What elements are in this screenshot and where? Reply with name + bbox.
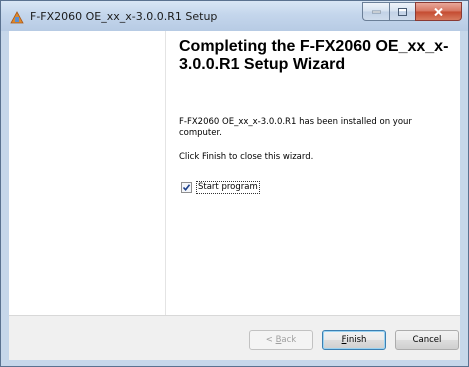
window-title: F-FX2060 OE_xx_x-3.0.0.R1 Setup — [30, 10, 218, 23]
minimize-button[interactable] — [362, 2, 389, 21]
maximize-button[interactable] — [389, 2, 415, 21]
installer-icon — [10, 10, 24, 24]
finish-button[interactable]: Finish — [322, 330, 386, 350]
title-bar[interactable]: F-FX2060 OE_xx_x-3.0.0.R1 Setup — [1, 1, 468, 31]
start-program-option[interactable]: Start program — [181, 181, 260, 194]
button-bar: < Back Finish Cancel — [9, 315, 460, 360]
wizard-heading: Completing the F-FX2060 OE_xx_x-3.0.0.R1… — [179, 38, 449, 73]
cancel-button[interactable]: Cancel — [395, 330, 459, 350]
start-program-label[interactable]: Start program — [196, 181, 260, 194]
minimize-icon — [371, 10, 381, 13]
back-prefix: < — [265, 335, 276, 345]
caption-buttons — [362, 2, 462, 21]
wizard-content: Completing the F-FX2060 OE_xx_x-3.0.0.R1… — [9, 31, 460, 360]
wizard-side-panel — [9, 31, 166, 315]
finish-rest: inish — [346, 335, 367, 345]
close-icon — [434, 7, 443, 16]
installed-message: F-FX2060 OE_xx_x-3.0.0.R1 has been insta… — [179, 117, 412, 138]
checkmark-icon — [182, 184, 191, 192]
maximize-icon — [398, 7, 407, 16]
back-rest: ack — [281, 335, 297, 345]
start-program-checkbox[interactable] — [181, 182, 192, 193]
setup-window: F-FX2060 OE_xx_x-3.0.0.R1 Setup Completi… — [0, 0, 469, 367]
back-button[interactable]: < Back — [249, 330, 313, 350]
wizard-main-panel: Completing the F-FX2060 OE_xx_x-3.0.0.R1… — [166, 31, 460, 315]
close-button[interactable] — [415, 2, 462, 21]
finish-instruction: Click Finish to close this wizard. — [179, 152, 314, 162]
